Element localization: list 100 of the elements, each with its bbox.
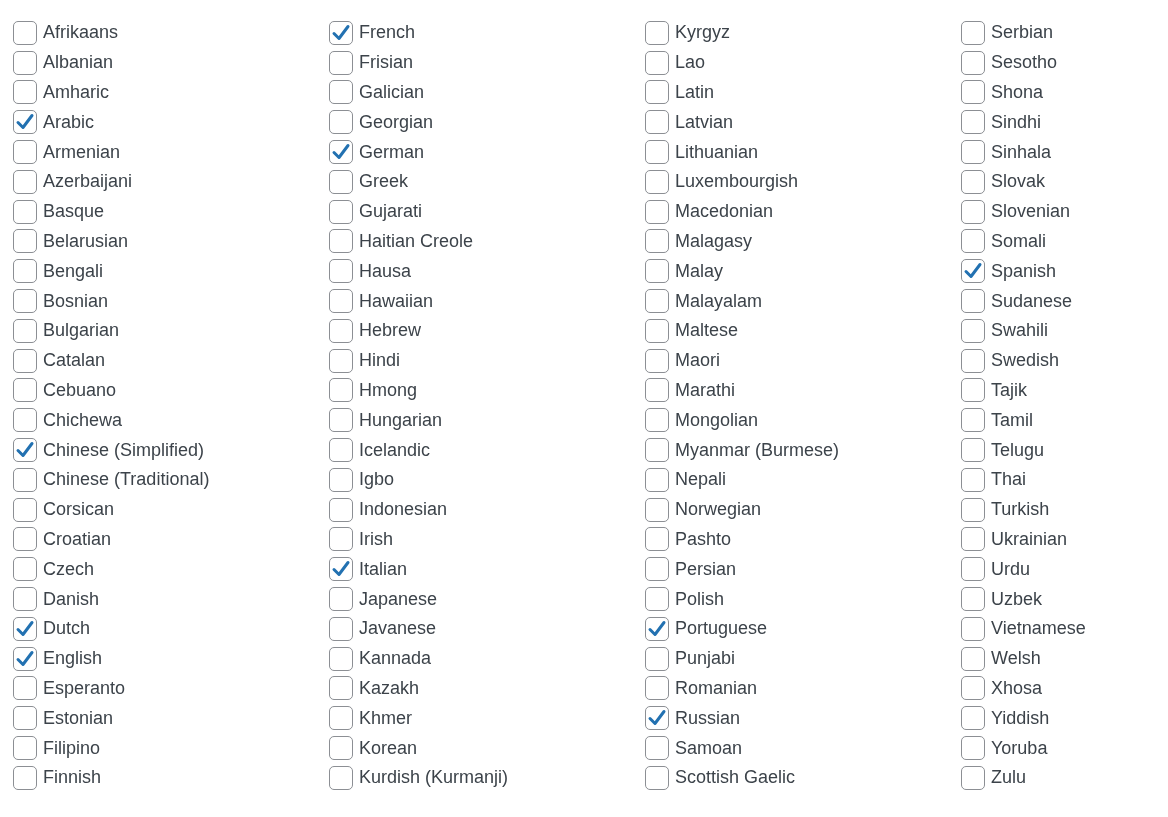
checkbox[interactable] <box>329 646 353 671</box>
checkbox[interactable] <box>645 467 669 492</box>
checkbox[interactable] <box>13 527 37 552</box>
checkbox[interactable] <box>961 527 985 552</box>
checkbox[interactable] <box>329 736 353 760</box>
checkbox[interactable] <box>961 467 985 492</box>
checkbox[interactable] <box>329 467 353 492</box>
checkbox[interactable] <box>961 259 985 284</box>
checkbox[interactable] <box>645 229 669 254</box>
checkbox[interactable] <box>645 706 669 731</box>
checkbox[interactable] <box>961 587 985 612</box>
checkbox[interactable] <box>13 259 37 284</box>
checkbox[interactable] <box>13 169 37 194</box>
checkbox[interactable] <box>13 110 37 135</box>
checkbox[interactable] <box>645 616 669 641</box>
checkbox[interactable] <box>645 527 669 552</box>
checkbox[interactable] <box>13 706 37 731</box>
checkbox[interactable] <box>13 765 37 790</box>
checkbox[interactable] <box>645 289 669 314</box>
checkbox[interactable] <box>329 20 353 45</box>
checkbox[interactable] <box>961 557 985 582</box>
checkbox[interactable] <box>961 497 985 522</box>
checkbox[interactable] <box>645 140 669 165</box>
checkbox[interactable] <box>961 229 985 254</box>
checkbox[interactable] <box>329 616 353 641</box>
checkbox[interactable] <box>13 646 37 671</box>
checkbox[interactable] <box>961 199 985 224</box>
checkbox[interactable] <box>13 676 37 701</box>
checkbox[interactable] <box>329 169 353 194</box>
checkbox[interactable] <box>961 318 985 343</box>
checkbox[interactable] <box>961 50 985 75</box>
checkbox[interactable] <box>329 140 353 165</box>
checkbox[interactable] <box>961 140 985 165</box>
checkbox[interactable] <box>961 765 985 790</box>
checkbox[interactable] <box>645 80 669 105</box>
checkbox[interactable] <box>13 348 37 373</box>
checkbox[interactable] <box>329 557 353 582</box>
checkbox[interactable] <box>329 765 353 790</box>
checkbox[interactable] <box>645 765 669 790</box>
checkbox[interactable] <box>13 229 37 254</box>
checkbox[interactable] <box>961 616 985 641</box>
checkbox[interactable] <box>961 348 985 373</box>
checkbox[interactable] <box>329 110 353 135</box>
checkbox[interactable] <box>329 676 353 701</box>
checkbox[interactable] <box>645 20 669 45</box>
checkbox[interactable] <box>645 408 669 433</box>
checkbox[interactable] <box>329 259 353 284</box>
checkbox[interactable] <box>645 438 669 463</box>
checkbox[interactable] <box>645 169 669 194</box>
checkbox[interactable] <box>961 408 985 433</box>
checkbox[interactable] <box>13 289 37 314</box>
checkbox[interactable] <box>645 736 669 760</box>
checkbox[interactable] <box>13 616 37 641</box>
checkbox[interactable] <box>961 378 985 403</box>
checkbox[interactable] <box>13 467 37 492</box>
checkbox[interactable] <box>961 289 985 314</box>
checkbox[interactable] <box>645 646 669 671</box>
checkbox[interactable] <box>645 199 669 224</box>
checkbox[interactable] <box>329 497 353 522</box>
checkbox[interactable] <box>961 646 985 671</box>
checkbox[interactable] <box>645 557 669 582</box>
checkbox[interactable] <box>13 736 37 760</box>
checkbox[interactable] <box>329 438 353 463</box>
checkbox[interactable] <box>13 438 37 463</box>
checkbox[interactable] <box>329 229 353 254</box>
checkbox[interactable] <box>13 557 37 582</box>
checkbox[interactable] <box>961 20 985 45</box>
checkbox[interactable] <box>13 318 37 343</box>
checkbox[interactable] <box>645 50 669 75</box>
checkbox[interactable] <box>645 497 669 522</box>
checkbox[interactable] <box>329 318 353 343</box>
checkbox[interactable] <box>329 289 353 314</box>
checkbox[interactable] <box>961 706 985 731</box>
checkbox[interactable] <box>961 438 985 463</box>
checkbox[interactable] <box>13 378 37 403</box>
checkbox[interactable] <box>329 50 353 75</box>
checkbox[interactable] <box>961 80 985 105</box>
checkbox[interactable] <box>961 169 985 194</box>
checkbox[interactable] <box>13 497 37 522</box>
checkbox[interactable] <box>645 318 669 343</box>
checkbox[interactable] <box>329 348 353 373</box>
checkbox[interactable] <box>645 110 669 135</box>
checkbox[interactable] <box>329 199 353 224</box>
checkbox[interactable] <box>645 676 669 701</box>
checkbox[interactable] <box>329 706 353 731</box>
checkbox[interactable] <box>13 587 37 612</box>
checkbox[interactable] <box>645 348 669 373</box>
checkbox[interactable] <box>329 587 353 612</box>
checkbox[interactable] <box>329 527 353 552</box>
checkbox[interactable] <box>13 199 37 224</box>
checkbox[interactable] <box>13 408 37 433</box>
checkbox[interactable] <box>961 676 985 701</box>
checkbox[interactable] <box>13 140 37 165</box>
checkbox[interactable] <box>961 110 985 135</box>
checkbox[interactable] <box>645 378 669 403</box>
checkbox[interactable] <box>645 259 669 284</box>
checkbox[interactable] <box>13 20 37 45</box>
checkbox[interactable] <box>329 80 353 105</box>
checkbox[interactable] <box>13 50 37 75</box>
checkbox[interactable] <box>645 587 669 612</box>
